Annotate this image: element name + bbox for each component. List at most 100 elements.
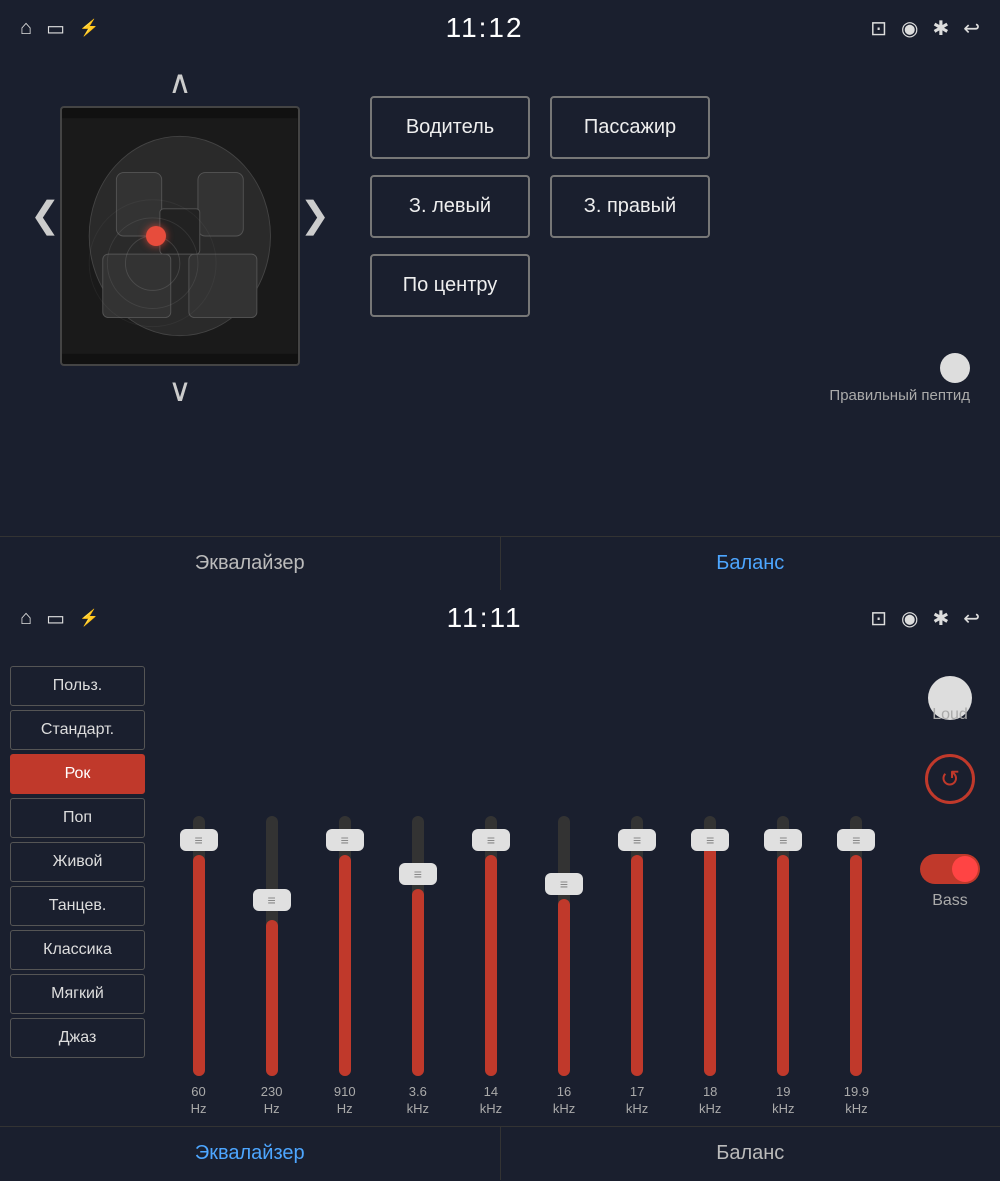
nav-arrow-up[interactable]: ∧	[168, 66, 191, 98]
bottom-status-right: ⊡ ◉ ✱ ↩	[870, 606, 980, 631]
slider-fill-6	[631, 855, 643, 1076]
slider-label-2: 910Hz	[334, 1084, 356, 1118]
slider-track-5[interactable]	[558, 816, 570, 1076]
car-image[interactable]	[60, 106, 300, 366]
tab-balance-top[interactable]: Баланс	[501, 537, 1000, 590]
home-icon[interactable]: ⌂	[20, 17, 32, 40]
bass-switch-dot	[952, 856, 978, 882]
slider-col-3: 3.6kHz	[384, 816, 451, 1118]
nav-arrow-down[interactable]: ∨	[168, 374, 191, 406]
preset-btn-dance[interactable]: Танцев.	[10, 886, 145, 926]
bottom-clock: 11:11	[447, 602, 523, 634]
slider-fill-2	[339, 855, 351, 1076]
speaker-nav-row: ❮	[30, 106, 330, 366]
slider-thumb-9[interactable]	[837, 829, 875, 851]
bottom-bluetooth-icon[interactable]: ✱	[932, 606, 949, 631]
nav-arrow-left[interactable]: ❮	[30, 194, 60, 236]
usb-icon[interactable]: ⚡	[79, 18, 99, 38]
slider-track-6[interactable]	[631, 816, 643, 1076]
eq-right-controls: Loud ↺ Bass	[900, 656, 1000, 1118]
tab-equalizer-bottom[interactable]: Эквалайзер	[0, 1127, 501, 1180]
bass-control: Bass	[920, 854, 980, 910]
preset-btn-custom[interactable]: Польз.	[10, 666, 145, 706]
zone-driver-btn[interactable]: Водитель	[370, 96, 530, 159]
slider-thumb-1[interactable]	[253, 889, 291, 911]
slider-fill-3	[412, 889, 424, 1076]
cast-icon[interactable]: ⊡	[870, 16, 887, 41]
tab-equalizer-top[interactable]: Эквалайзер	[0, 537, 501, 590]
slider-label-7: 18kHz	[699, 1084, 721, 1118]
bass-toggle-switch[interactable]	[920, 854, 980, 884]
slider-thumb-5[interactable]	[545, 873, 583, 895]
preset-list: Польз.Стандарт.РокПопЖивойТанцев.Классик…	[0, 656, 155, 1118]
zone-row-2: З. левый З. правый	[370, 175, 970, 238]
slider-track-7[interactable]	[704, 816, 716, 1076]
preset-btn-soft[interactable]: Мягкий	[10, 974, 145, 1014]
slider-track-8[interactable]	[777, 816, 789, 1076]
bottom-status-left: ⌂ ▭ ⚡	[20, 606, 99, 631]
slider-label-6: 17kHz	[626, 1084, 648, 1118]
top-clock: 11:12	[446, 12, 524, 44]
slider-thumb-4[interactable]	[472, 829, 510, 851]
back-icon[interactable]: ↩	[963, 16, 980, 41]
slider-col-8: 19kHz	[750, 816, 817, 1118]
bottom-panel: ⌂ ▭ ⚡ 11:11 ⊡ ◉ ✱ ↩ Польз.Стандарт.РокПо…	[0, 590, 1000, 1180]
bottom-panel-tabs: Эквалайзер Баланс	[0, 1126, 1000, 1180]
preset-btn-standard[interactable]: Стандарт.	[10, 710, 145, 750]
slider-fill-4	[485, 855, 497, 1076]
reset-button[interactable]: ↺	[925, 754, 975, 804]
slider-col-9: 19.9kHz	[823, 816, 890, 1118]
zone-buttons-area: Водитель Пассажир З. левый З. правый По …	[370, 66, 970, 404]
bass-label: Bass	[932, 892, 968, 910]
slider-fill-5	[558, 899, 570, 1076]
tone-indicator: Правильный пептид	[370, 353, 970, 404]
slider-track-9[interactable]	[850, 816, 862, 1076]
tone-label: Правильный пептид	[829, 387, 970, 404]
zone-rear-left-btn[interactable]: З. левый	[370, 175, 530, 238]
screen-icon[interactable]: ▭	[46, 16, 65, 41]
slider-fill-8	[777, 855, 789, 1076]
bluetooth-icon[interactable]: ✱	[932, 16, 949, 41]
slider-label-9: 19.9kHz	[844, 1084, 869, 1118]
bottom-location-icon[interactable]: ◉	[901, 606, 918, 631]
preset-btn-live[interactable]: Живой	[10, 842, 145, 882]
bottom-back-icon[interactable]: ↩	[963, 606, 980, 631]
zone-passenger-btn[interactable]: Пассажир	[550, 96, 710, 159]
slider-col-5: 16kHz	[530, 816, 597, 1118]
bottom-screen-icon[interactable]: ▭	[46, 606, 65, 631]
slider-track-0[interactable]	[193, 816, 205, 1076]
slider-col-6: 17kHz	[604, 816, 671, 1118]
preset-btn-pop[interactable]: Поп	[10, 798, 145, 838]
slider-thumb-8[interactable]	[764, 829, 802, 851]
tone-dot[interactable]	[940, 353, 970, 383]
tab-balance-bottom[interactable]: Баланс	[501, 1127, 1000, 1180]
slider-label-1: 230Hz	[261, 1084, 283, 1118]
eq-content: Польз.Стандарт.РокПопЖивойТанцев.Классик…	[0, 646, 1000, 1128]
slider-thumb-0[interactable]	[180, 829, 218, 851]
slider-track-2[interactable]	[339, 816, 351, 1076]
slider-thumb-6[interactable]	[618, 829, 656, 851]
location-icon[interactable]: ◉	[901, 16, 918, 41]
slider-fill-9	[850, 855, 862, 1076]
slider-thumb-3[interactable]	[399, 863, 437, 885]
bottom-home-icon[interactable]: ⌂	[20, 607, 32, 630]
slider-col-7: 18kHz	[677, 816, 744, 1118]
bottom-cast-icon[interactable]: ⊡	[870, 606, 887, 631]
slider-track-4[interactable]	[485, 816, 497, 1076]
bottom-usb-icon[interactable]: ⚡	[79, 608, 99, 628]
slider-track-3[interactable]	[412, 816, 424, 1076]
zone-row-1: Водитель Пассажир	[370, 96, 970, 159]
slider-fill-1	[266, 920, 278, 1076]
zone-center-btn[interactable]: По центру	[370, 254, 530, 317]
preset-btn-rock[interactable]: Рок	[10, 754, 145, 794]
slider-thumb-2[interactable]	[326, 829, 364, 851]
slider-label-3: 3.6kHz	[407, 1084, 429, 1118]
preset-btn-classic[interactable]: Классика	[10, 930, 145, 970]
slider-label-4: 14kHz	[480, 1084, 502, 1118]
slider-thumb-7[interactable]	[691, 829, 729, 851]
zone-rear-right-btn[interactable]: З. правый	[550, 175, 710, 238]
preset-btn-jazz[interactable]: Джаз	[10, 1018, 145, 1058]
slider-track-1[interactable]	[266, 816, 278, 1076]
sound-position-dot[interactable]	[146, 226, 166, 246]
nav-arrow-right[interactable]: ❯	[300, 194, 330, 236]
